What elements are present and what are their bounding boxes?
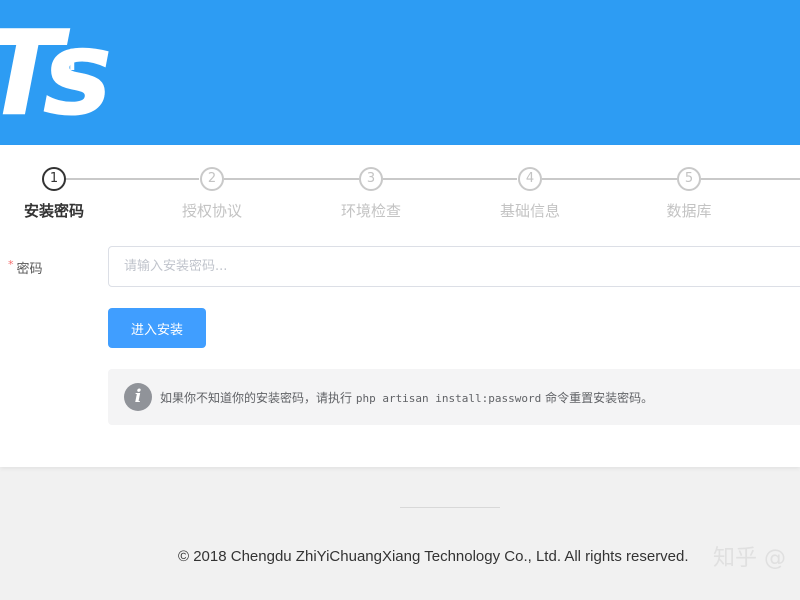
step-1-circle: 1 bbox=[42, 167, 66, 191]
info-alert: i 如果你不知道你的安装密码，请执行 php artisan install:p… bbox=[108, 369, 800, 425]
watermark: 知乎 @ bbox=[713, 546, 786, 571]
install-card: 1 2 3 4 5 安装密码 授权协议 环境检查 基础信息 数据库 * 密码 进入… bbox=[0, 145, 800, 467]
install-steps: 1 2 3 4 5 安装密码 授权协议 环境检查 基础信息 数据库 bbox=[0, 145, 800, 235]
step-2-circle: 2 bbox=[200, 167, 224, 191]
enter-install-button[interactable]: 进入安装 bbox=[108, 308, 206, 348]
footer-divider bbox=[400, 507, 500, 508]
step-connector bbox=[66, 178, 199, 180]
step-connector bbox=[224, 178, 359, 180]
step-4-circle: 4 bbox=[518, 167, 542, 191]
footer-copyright: © 2018 Chengdu ZhiYiChuangXiang Technolo… bbox=[178, 548, 689, 565]
step-connector bbox=[701, 178, 800, 180]
info-icon: i bbox=[124, 383, 152, 411]
alert-command: php artisan install:password bbox=[355, 392, 542, 405]
app-header: Ts + bbox=[0, 0, 800, 145]
password-input[interactable] bbox=[108, 246, 800, 287]
step-2-label: 授权协议 bbox=[181, 202, 243, 220]
step-connector bbox=[383, 178, 517, 180]
step-3-label: 环境检查 bbox=[340, 202, 402, 220]
step-3-circle: 3 bbox=[359, 167, 383, 191]
step-4-label: 基础信息 bbox=[499, 202, 561, 220]
step-5-label: 数据库 bbox=[666, 202, 712, 220]
alert-message: 如果你不知道你的安装密码，请执行 php artisan install:pas… bbox=[160, 391, 654, 405]
password-label: * 密码 bbox=[8, 258, 43, 277]
brand-logo-plus: + bbox=[58, 39, 87, 79]
step-5-circle: 5 bbox=[677, 167, 701, 191]
step-connector bbox=[542, 178, 677, 180]
step-1-label: 安装密码 bbox=[23, 202, 85, 220]
required-mark: * bbox=[8, 258, 14, 271]
brand-logo: Ts bbox=[0, 4, 113, 142]
